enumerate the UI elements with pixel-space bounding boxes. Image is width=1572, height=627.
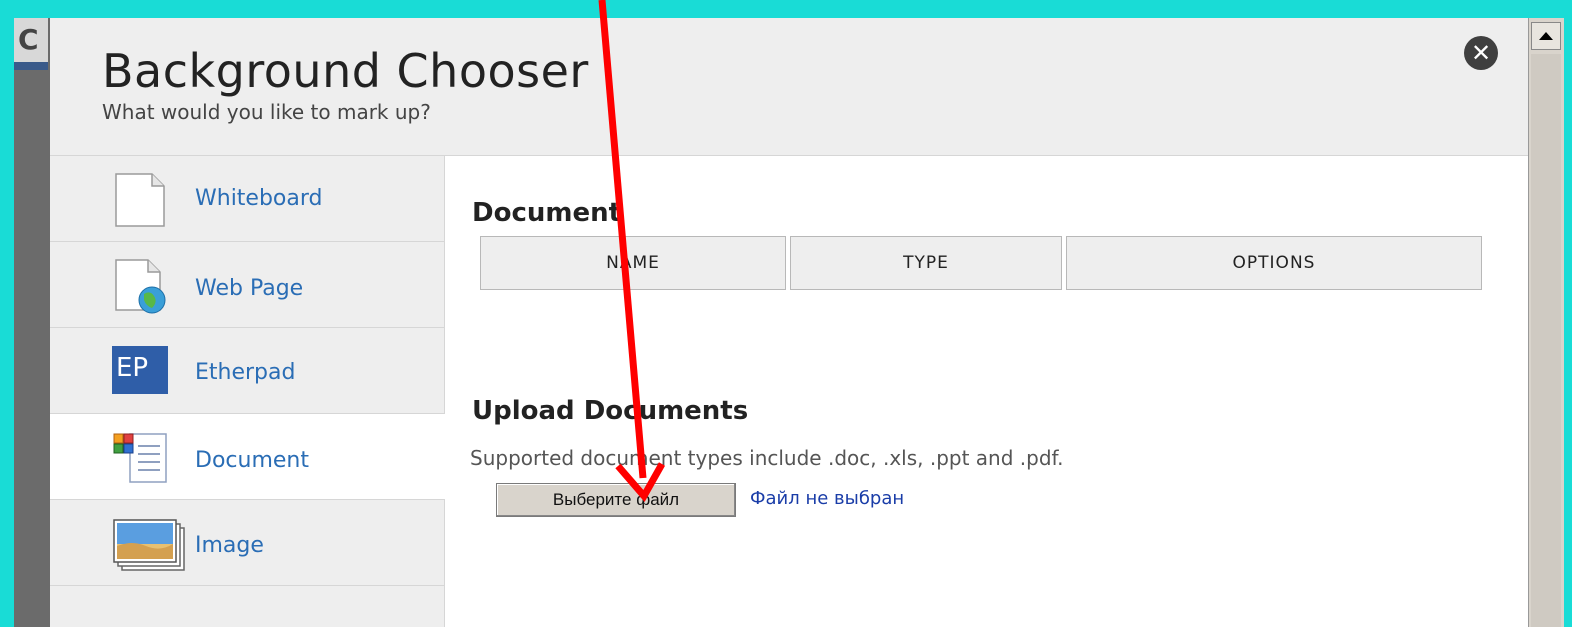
column-header-options[interactable]: OPTIONS [1066, 236, 1482, 290]
dialog-title: Background Chooser [102, 44, 589, 98]
document-icon [112, 430, 168, 486]
page-partial-letter: C [14, 18, 48, 68]
background-chooser-dialog: Background Chooser What would you like t… [50, 18, 1528, 627]
column-header-type[interactable]: TYPE [790, 236, 1062, 290]
dialog-header: Background Chooser What would you like t… [50, 18, 1528, 156]
sidebar-item-label: Image [195, 533, 264, 558]
documents-table: NAME TYPE OPTIONS [476, 236, 1486, 290]
scroll-up-arrow-icon[interactable] [1531, 22, 1561, 50]
web-page-icon [112, 258, 168, 314]
sidebar-item-image[interactable]: Image [50, 500, 444, 586]
sidebar: Whiteboard Web Page EP Etherpad Document… [50, 156, 445, 627]
whiteboard-icon [112, 172, 168, 228]
close-icon[interactable]: ✕ [1464, 36, 1498, 70]
document-heading: Document [472, 198, 622, 228]
supported-types-text: Supported document types include .doc, .… [470, 446, 1064, 470]
choose-file-button[interactable]: Выберите файл [496, 483, 736, 517]
dialog-subtitle: What would you like to mark up? [102, 100, 431, 124]
page-strip [14, 62, 48, 70]
main-content: Document NAME TYPE OPTIONS Upload Docume… [446, 156, 1528, 627]
etherpad-icon-text: EP [116, 353, 149, 383]
sidebar-item-label: Whiteboard [195, 186, 323, 211]
upload-heading: Upload Documents [472, 396, 749, 426]
vertical-scrollbar[interactable] [1528, 18, 1564, 627]
sidebar-item-label: Etherpad [195, 360, 296, 385]
file-status-text: Файл не выбран [750, 488, 905, 509]
image-icon [112, 516, 185, 572]
sidebar-item-document[interactable]: Document [50, 414, 445, 500]
sidebar-item-web-page[interactable]: Web Page [50, 242, 444, 328]
sidebar-item-label: Web Page [195, 276, 304, 301]
scroll-track[interactable] [1531, 54, 1561, 627]
sidebar-item-whiteboard[interactable]: Whiteboard [50, 156, 444, 242]
sidebar-item-label: Document [195, 448, 309, 473]
column-header-name[interactable]: NAME [480, 236, 786, 290]
sidebar-item-etherpad[interactable]: EP Etherpad [50, 328, 444, 414]
